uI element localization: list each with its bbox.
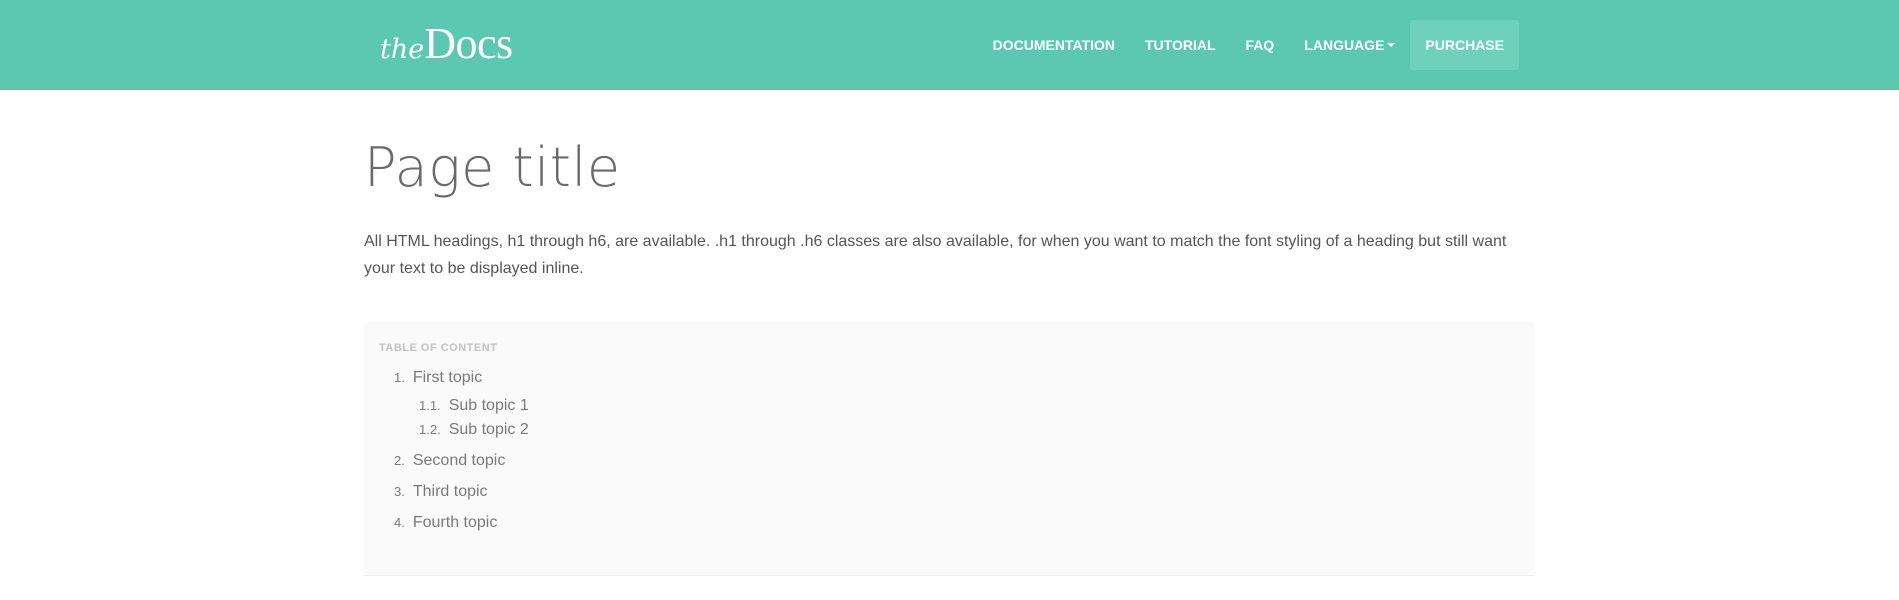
toc-item-number: 1. [394,370,405,385]
toc-link-second-topic[interactable]: Second topic [413,452,506,469]
toc-link-third-topic[interactable]: Third topic [413,483,488,500]
toc-item-third-topic: 3. Third topic [394,482,1519,502]
toc-subitem-number: 1.2. [419,422,441,437]
toc-link-fourth-topic[interactable]: Fourth topic [413,514,497,531]
toc-sublist: 1.1. Sub topic 1 1.2. Sub topic 2 [419,396,1519,440]
toc-item-first-topic: 1. First topic 1.1. Sub topic 1 1.2. Sub to… [394,368,1519,440]
logo-main: Docs [424,19,513,68]
nav-item-documentation[interactable]: DOCUMENTATION [978,20,1130,70]
toc-link-sub-topic-2[interactable]: Sub topic 2 [449,421,529,438]
nav-item-tutorial[interactable]: TUTORIAL [1130,20,1231,70]
toc-subitem-1: 1.1. Sub topic 1 [419,396,1519,416]
table-of-content: TABLE OF CONTENT 1. First topic 1.1. Sub t… [364,322,1534,576]
toc-item-fourth-topic: 4. Fourth topic [394,513,1519,533]
lead-paragraph: All HTML headings, h1 through h6, are av… [364,233,1507,277]
top-navbar: theDocs DOCUMENTATION TUTORIAL FAQ LANGU… [0,0,1899,90]
toc-item-number: 2. [394,453,405,468]
thedocs-logo[interactable]: theDocs [380,18,513,68]
caret-down-icon [1387,43,1396,48]
toc-list: 1. First topic 1.1. Sub topic 1 1.2. Sub to… [379,368,1519,533]
toc-item-number: 4. [394,515,405,530]
nav-item-purchase[interactable]: PURCHASE [1410,20,1519,70]
toc-link-sub-topic-1[interactable]: Sub topic 1 [449,397,529,414]
logo-prefix: the [380,34,425,65]
toc-item-second-topic: 2. Second topic [394,451,1519,471]
toc-subitem-2: 1.2. Sub topic 2 [419,420,1519,440]
nav-item-language-label: LANGUAGE [1304,37,1385,53]
toc-link-first-topic[interactable]: First topic [413,369,482,386]
nav-item-faq[interactable]: FAQ [1231,20,1290,70]
page-title: Page title [364,136,621,199]
main-nav: DOCUMENTATION TUTORIAL FAQ LANGUAGE PURC… [978,20,1519,70]
toc-subitem-number: 1.1. [419,398,441,413]
toc-heading: TABLE OF CONTENT [379,342,498,354]
toc-item-number: 3. [394,484,405,499]
nav-item-language[interactable]: LANGUAGE [1289,20,1410,70]
main-content: Page title All HTML headings, h1 through… [364,90,1534,576]
